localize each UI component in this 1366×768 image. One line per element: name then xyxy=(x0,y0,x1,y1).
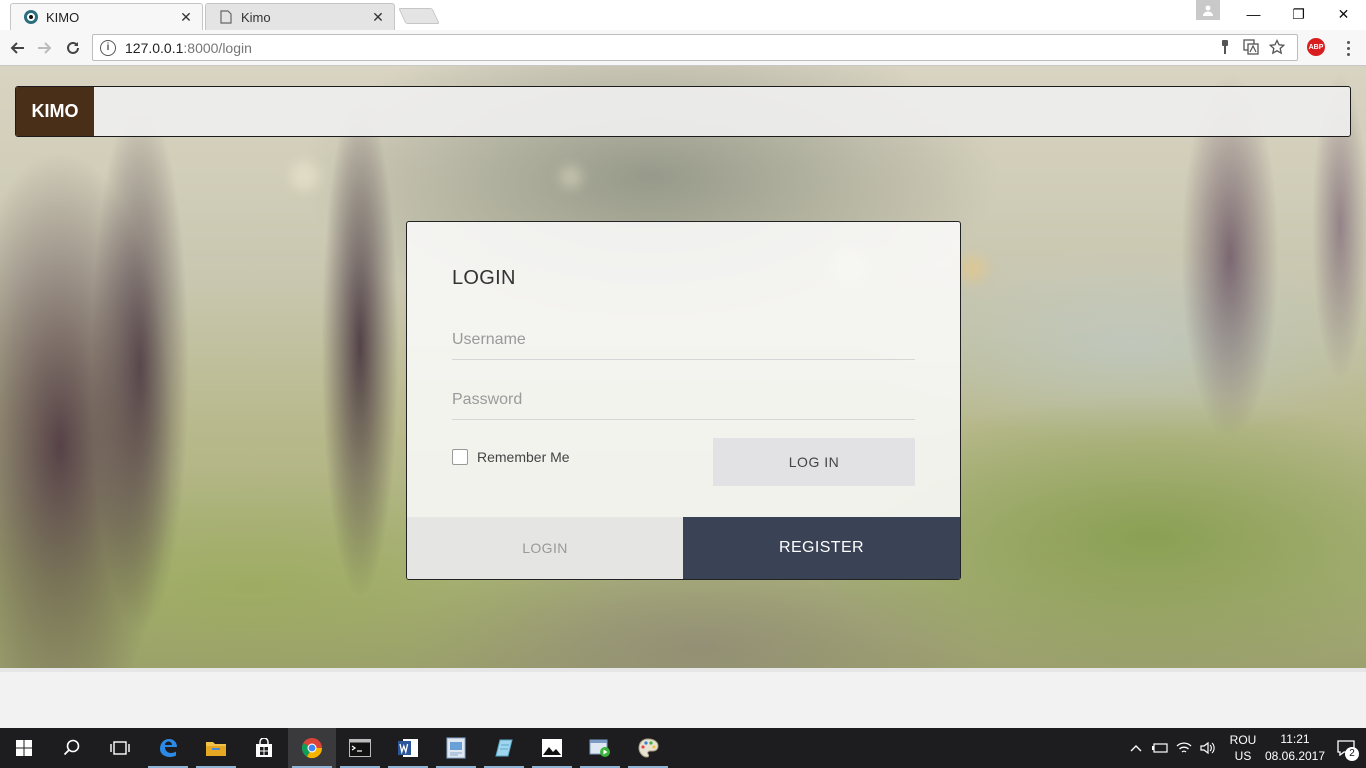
log-in-button[interactable]: LOG IN xyxy=(713,438,915,486)
tab-kimo-inactive[interactable]: Kimo ✕ xyxy=(205,3,395,30)
tab-title: Kimo xyxy=(241,9,271,25)
language-code: ROU xyxy=(1229,733,1257,747)
restore-button[interactable]: ❐ xyxy=(1276,0,1321,28)
clock-date: 08.06.2017 xyxy=(1264,749,1326,763)
login-card: LOGIN Remember Me LOG IN LOGIN REGISTER xyxy=(406,221,961,580)
window-controls: — ❐ ✕ xyxy=(1231,0,1366,28)
media-icon[interactable] xyxy=(576,728,624,768)
url-path: :8000/login xyxy=(183,39,252,56)
close-window-button[interactable]: ✕ xyxy=(1321,0,1366,28)
tab-register[interactable]: REGISTER xyxy=(683,517,960,579)
tab-kimo-active[interactable]: KIMO ✕ xyxy=(10,3,203,30)
search-icon[interactable] xyxy=(48,728,96,768)
windows-taskbar: ROU US 11:21 08.06.2017 2 xyxy=(0,728,1366,768)
minimize-button[interactable]: — xyxy=(1231,0,1276,28)
reload-icon[interactable] xyxy=(62,37,84,59)
task-view-icon[interactable] xyxy=(96,728,144,768)
keyboard-layout: US xyxy=(1234,749,1252,763)
paint-icon[interactable] xyxy=(432,728,480,768)
start-icon[interactable] xyxy=(0,728,48,768)
battery-icon[interactable] xyxy=(1148,728,1172,768)
omnibox-icons xyxy=(1217,39,1285,55)
cmd-icon[interactable] xyxy=(336,728,384,768)
kimo-favicon-icon xyxy=(23,9,39,25)
tab-title: KIMO xyxy=(46,9,80,25)
paint-3d-icon[interactable] xyxy=(624,728,672,768)
menu-icon[interactable] xyxy=(1340,38,1356,58)
action-center-icon[interactable]: 2 xyxy=(1326,728,1366,768)
site-navbar: KIMO xyxy=(15,86,1351,137)
address-bar[interactable]: i 127.0.0.1:8000/login xyxy=(92,34,1298,61)
input-language[interactable]: ROU US xyxy=(1224,732,1262,764)
page-favicon-icon xyxy=(218,9,234,25)
auth-tabs: LOGIN REGISTER xyxy=(407,517,960,579)
chrome-icon[interactable] xyxy=(288,728,336,768)
forward-icon[interactable] xyxy=(34,37,56,59)
notification-count-badge: 2 xyxy=(1345,747,1359,761)
remember-me-checkbox[interactable]: Remember Me xyxy=(452,449,570,465)
star-icon[interactable] xyxy=(1269,39,1285,55)
background-bokeh xyxy=(290,161,320,191)
back-icon[interactable] xyxy=(6,37,28,59)
background-bokeh xyxy=(560,166,582,188)
wifi-icon[interactable] xyxy=(1172,728,1196,768)
file-explorer-icon[interactable] xyxy=(192,728,240,768)
tab-close-icon[interactable]: ✕ xyxy=(370,9,386,25)
key-icon[interactable] xyxy=(1217,39,1233,55)
browser-tabstrip: KIMO ✕ Kimo ✕ — ❐ ✕ xyxy=(0,0,1366,30)
page-background: KIMO LOGIN Remember Me LOG IN LOGIN REGI… xyxy=(0,66,1366,668)
notepad-icon[interactable] xyxy=(480,728,528,768)
info-icon[interactable]: i xyxy=(100,39,116,56)
volume-icon[interactable] xyxy=(1196,728,1220,768)
edge-icon[interactable] xyxy=(144,728,192,768)
login-title: LOGIN xyxy=(452,267,516,289)
store-icon[interactable] xyxy=(240,728,288,768)
url-host: 127.0.0.1 xyxy=(125,39,184,56)
brand-logo[interactable]: KIMO xyxy=(16,87,94,136)
username-input[interactable] xyxy=(452,320,915,360)
translate-icon[interactable] xyxy=(1243,39,1259,55)
tab-login[interactable]: LOGIN xyxy=(407,517,683,579)
background-bokeh xyxy=(960,256,986,282)
word-icon[interactable] xyxy=(384,728,432,768)
page-footer-area xyxy=(0,668,1366,728)
adblock-icon[interactable]: ABP xyxy=(1307,38,1325,56)
checkbox-box[interactable] xyxy=(452,449,468,465)
profile-icon[interactable] xyxy=(1196,0,1220,20)
new-tab-button[interactable] xyxy=(398,8,440,24)
remember-me-label: Remember Me xyxy=(477,449,570,465)
chevron-up-icon[interactable] xyxy=(1124,728,1148,768)
clock-time: 11:21 xyxy=(1280,732,1310,746)
browser-toolbar: i 127.0.0.1:8000/login ABP xyxy=(0,30,1366,66)
password-input[interactable] xyxy=(452,380,915,420)
tab-close-icon[interactable]: ✕ xyxy=(178,9,194,25)
system-tray: ROU US 11:21 08.06.2017 2 xyxy=(1124,728,1366,768)
clock[interactable]: 11:21 08.06.2017 xyxy=(1264,731,1326,765)
photos-icon[interactable] xyxy=(528,728,576,768)
